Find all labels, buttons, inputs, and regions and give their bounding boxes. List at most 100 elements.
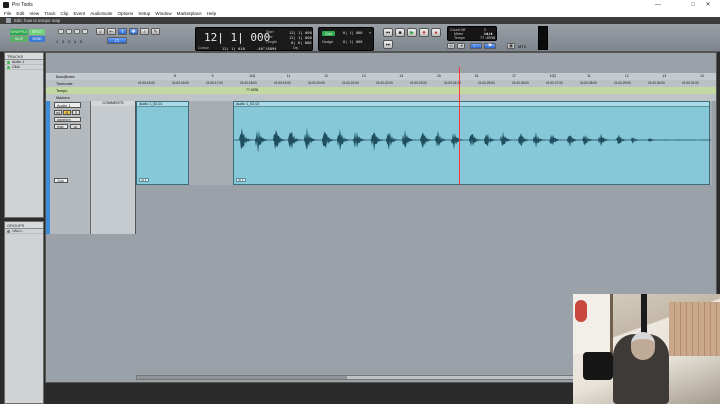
playlist-icon[interactable]: ▤ <box>70 124 81 129</box>
stop-button[interactable]: ■ <box>395 28 405 37</box>
length-value[interactable]: 0| 0| 000 <box>291 40 312 45</box>
length-label: Length <box>266 40 277 44</box>
timecode-ruler[interactable]: Timecode 01:00:15:00 01:00:16:00 01:00:17:… <box>46 80 716 87</box>
menu-event[interactable]: Event <box>73 11 85 16</box>
pencil-icon[interactable]: ✎ <box>151 28 160 35</box>
menu-edit[interactable]: Edit <box>16 11 24 16</box>
track-solo-button[interactable]: S <box>72 110 80 115</box>
zoom-vertical-button[interactable] <box>74 29 80 34</box>
bar-tick-label: 14 <box>700 74 704 78</box>
zoom-preset-4[interactable]: 4 <box>74 39 76 44</box>
minimize-icon[interactable]: — <box>646 0 670 9</box>
main-counter[interactable]: 12| 1| 000 Start End Length 12| 1| 000 1… <box>195 27 313 51</box>
scrubber-icon[interactable]: ♪ <box>140 28 149 35</box>
menu-audiosuite[interactable]: AudioSuite <box>90 11 112 16</box>
track-name-click[interactable]: Click <box>54 178 68 183</box>
tempo-label: Tempo <box>454 36 465 40</box>
timecode-tick-label: 01:00:15:00 <box>138 81 155 85</box>
zoom-preset-2[interactable]: 2 <box>62 39 64 44</box>
grabber-icon[interactable]: ✥ <box>129 28 138 35</box>
clip-playlist-badge: ⊞ 1 <box>139 178 149 182</box>
rewind-button[interactable]: ⏮ <box>383 28 393 37</box>
shuffle-mode-button[interactable]: SHUFFLE <box>10 29 28 35</box>
zoom-fit-button[interactable] <box>82 29 88 34</box>
track-rec-button[interactable]: rec <box>54 110 62 115</box>
menu-options[interactable]: Options <box>117 11 133 16</box>
nudge-label: Nudge <box>322 40 334 44</box>
trim-icon[interactable]: ⇤ <box>107 28 116 35</box>
groups-panel-title[interactable]: GROUPS <box>5 222 43 229</box>
grid-mode-button[interactable]: GRID <box>29 36 45 42</box>
track-name-field[interactable]: Audio 1 <box>54 102 81 108</box>
zoom-preset-5[interactable]: 5 <box>80 39 82 44</box>
grid-value[interactable]: 0| 1| 000 <box>343 31 362 35</box>
metronome-icon[interactable]: ♩ <box>470 43 482 49</box>
timecode-tick-label: 01:00:20:00 <box>308 81 325 85</box>
dly-label[interactable]: Dly <box>293 46 298 50</box>
group-enable-icon[interactable] <box>7 229 10 233</box>
record-enable-button[interactable]: ● <box>431 28 441 37</box>
track-mute-button[interactable]: M <box>63 110 71 115</box>
menu-bar: File Edit View Track Clip Event AudioSui… <box>0 9 720 17</box>
main-counter-value: 12| 1| 000 <box>204 31 271 44</box>
playback-cursor <box>459 67 460 185</box>
audio-clip-2[interactable]: Audio 1_02-02 ⊞ 1 <box>233 101 711 185</box>
goto-end-button[interactable]: ⏭ <box>383 40 393 49</box>
waveform-path <box>234 127 711 154</box>
markers-label: Markers <box>56 95 70 100</box>
groups-list-item[interactable]: <ALL> <box>5 229 43 234</box>
tempo-value[interactable]: 77.6938 <box>480 36 495 40</box>
selector-icon[interactable]: Ⅰ <box>118 28 127 35</box>
smart-tool-icon[interactable]: ▭ <box>107 37 127 44</box>
timecode-tick-label: 01:00:26:00 <box>512 81 529 85</box>
tempo-ruler[interactable]: Tempo 77.6938 <box>46 87 716 94</box>
tracks-list-item-label: Audio 1 <box>12 60 25 64</box>
menu-marketplace[interactable]: Marketplace <box>177 11 202 16</box>
tempo-marker[interactable]: 77.6938 <box>246 88 258 92</box>
audio-clip-1[interactable]: Audio 1_02-01 ⊞ 1 <box>136 101 189 185</box>
play-button[interactable]: ▶ <box>407 28 417 37</box>
record-button[interactable]: ⏺ <box>419 28 429 37</box>
menu-file[interactable]: File <box>4 11 11 16</box>
track-view-selector[interactable]: waveform <box>54 117 81 122</box>
automation-mode-selector[interactable]: read <box>54 124 68 129</box>
zoom-preset-3[interactable]: 3 <box>68 39 70 44</box>
slip-mode-button[interactable]: SLIP <box>10 36 28 42</box>
timecode-tick-label: 01:00:28:00 <box>580 81 597 85</box>
bar-tick-label: 9 <box>211 74 214 78</box>
timecode-tick-label: 01:00:23:00 <box>410 81 427 85</box>
scrollbar-thumb[interactable] <box>137 376 347 379</box>
close-icon[interactable]: ✕ <box>696 0 720 9</box>
magnifier-icon[interactable]: ⌕ <box>96 28 105 35</box>
mtc-label[interactable]: MTC <box>518 44 527 49</box>
bars-beats-ruler[interactable]: Bars|Beats 8 9 10|1 11 12 13 14 15 16 17 10|2 11 12 1… <box>46 73 716 80</box>
zoom-out-button[interactable] <box>58 29 64 34</box>
markers-ruler[interactable]: Markers <box>46 94 716 101</box>
tracks-list-item[interactable]: Click <box>5 65 43 70</box>
edit-window-title-text: Edit: how to tempo map <box>14 18 61 23</box>
spot-mode-button[interactable]: SPOT <box>29 29 45 35</box>
nudge-value[interactable]: 0| 1| 000 <box>343 40 362 44</box>
menu-window[interactable]: Window <box>155 11 171 16</box>
menu-track[interactable]: Track <box>44 11 55 16</box>
punch-icon[interactable]: ⇥ <box>457 43 465 49</box>
zoom-preset-1[interactable]: 1 <box>56 39 58 44</box>
sync-icon[interactable]: ◉ <box>507 43 515 49</box>
zoom-in-button[interactable] <box>66 29 72 34</box>
tracks-panel-title[interactable]: TRACKS <box>5 53 43 60</box>
menu-view[interactable]: View <box>29 11 39 16</box>
grid-badge[interactable]: Grid <box>322 31 335 36</box>
track-show-icon[interactable] <box>7 65 10 69</box>
menu-setup[interactable]: Setup <box>138 11 150 16</box>
master-meter <box>538 26 548 50</box>
window-titlebar: Pro Tools — □ ✕ <box>0 0 720 9</box>
conductor-icon[interactable]: ⚑ <box>484 43 496 49</box>
audio-track-lane[interactable]: Audio 1_02-01 ⊞ 1 Audio 1_02-02 ⊞ 1 <box>136 101 712 185</box>
timecode-tick-label: 01:00:25:00 <box>478 81 495 85</box>
bar-tick-label: 13 <box>361 74 366 78</box>
loop-icon[interactable]: ∞ <box>447 43 455 49</box>
track-show-icon[interactable] <box>7 60 10 64</box>
grid-arrow[interactable]: ▾ <box>369 31 371 35</box>
menu-clip[interactable]: Clip <box>61 11 69 16</box>
menu-help[interactable]: Help <box>207 11 216 16</box>
